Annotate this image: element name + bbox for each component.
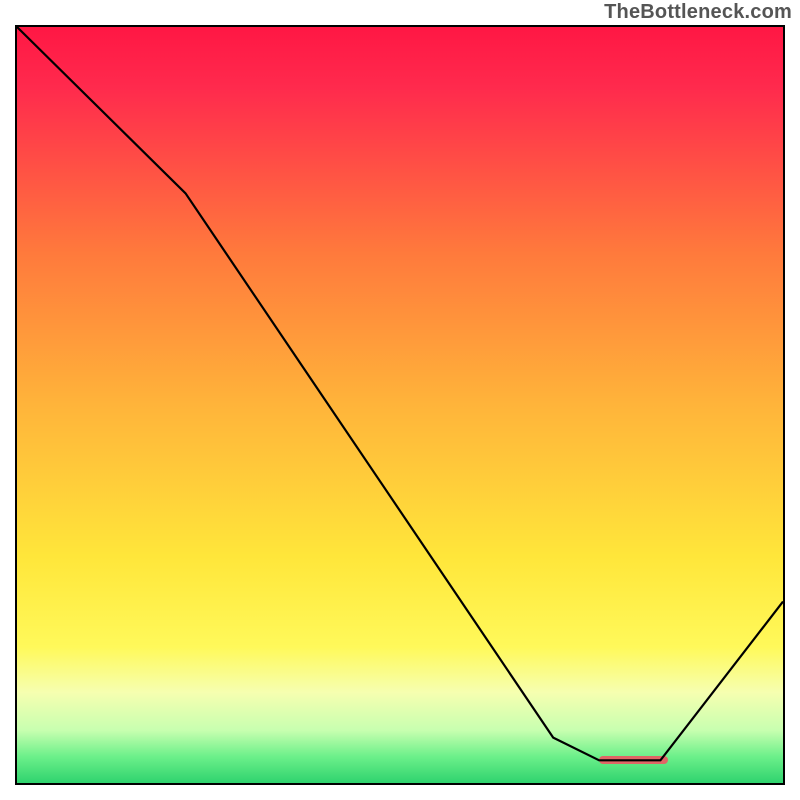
branding-label: TheBottleneck.com <box>604 1 792 24</box>
chart-stage: TheBottleneck.com <box>0 0 800 800</box>
gradient-fill <box>17 27 783 783</box>
plot-frame <box>15 25 785 785</box>
optimal-range-marker <box>599 756 668 764</box>
